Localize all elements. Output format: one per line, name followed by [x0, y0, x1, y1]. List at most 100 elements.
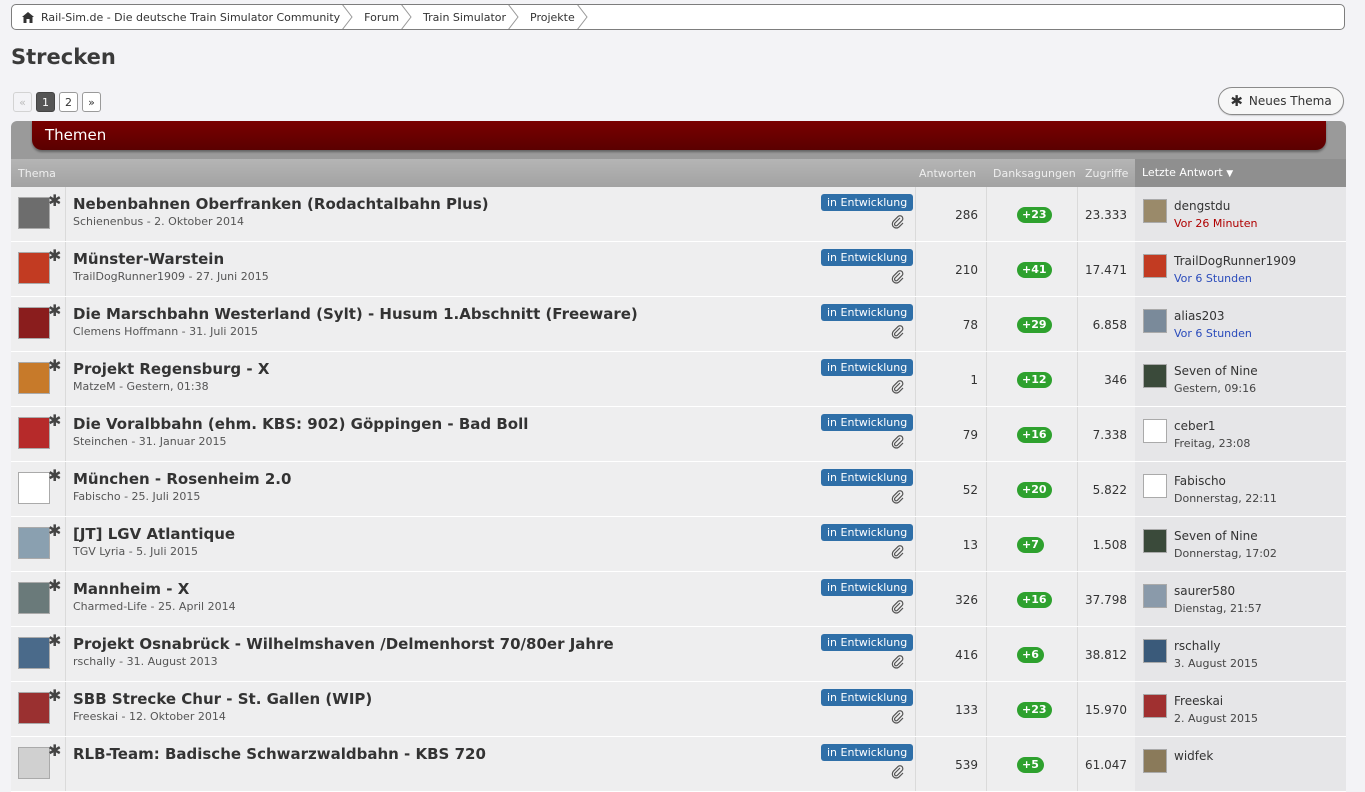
- last-reply-avatar[interactable]: [1143, 529, 1167, 553]
- topic-title[interactable]: Münster-Warstein: [73, 250, 224, 268]
- section-header: Themen: [11, 121, 1346, 159]
- column-letzte-antwort[interactable]: Letzte Antwort ▼: [1135, 159, 1346, 187]
- column-danksagungen[interactable]: Danksagungen: [993, 167, 1076, 180]
- last-reply-user[interactable]: rschally: [1174, 639, 1221, 653]
- last-reply-avatar[interactable]: [1143, 419, 1167, 443]
- avatar[interactable]: [18, 582, 50, 614]
- last-reply-user[interactable]: dengstdu: [1174, 199, 1230, 213]
- table-row[interactable]: ✱ SBB Strecke Chur - St. Gallen (WIP) Fr…: [11, 682, 1346, 737]
- column-thema[interactable]: Thema: [18, 167, 56, 180]
- asterisk-icon: ✱: [48, 301, 62, 320]
- avatar[interactable]: [18, 747, 50, 779]
- avatar[interactable]: [18, 692, 50, 724]
- asterisk-icon: ✱: [48, 246, 62, 265]
- last-reply-avatar[interactable]: [1143, 584, 1167, 608]
- last-reply-avatar[interactable]: [1143, 364, 1167, 388]
- last-reply-user[interactable]: Fabischo: [1174, 474, 1226, 488]
- avatar[interactable]: [18, 527, 50, 559]
- last-reply-user[interactable]: Seven of Nine: [1174, 529, 1258, 543]
- paperclip-icon: [891, 435, 904, 449]
- topic-title[interactable]: RLB-Team: Badische Schwarzwaldbahn - KBS…: [73, 745, 486, 763]
- thanks-badge: +16: [1017, 592, 1052, 608]
- topic-meta: Schienenbus - 2. Oktober 2014: [73, 215, 245, 228]
- view-count: 6.858: [1092, 318, 1127, 332]
- asterisk-icon: ✱: [48, 576, 62, 595]
- last-reply-avatar[interactable]: [1143, 749, 1167, 773]
- thanks-badge: +16: [1017, 427, 1052, 443]
- avatar[interactable]: [18, 472, 50, 504]
- table-row[interactable]: ✱ [JT] LGV Atlantique TGV Lyria - 5. Jul…: [11, 517, 1346, 572]
- table-row[interactable]: ✱ Projekt Regensburg - X MatzeM - Gester…: [11, 352, 1346, 407]
- breadcrumb-item-projekte[interactable]: Projekte: [520, 5, 589, 29]
- view-count: 346: [1104, 373, 1127, 387]
- topic-title[interactable]: SBB Strecke Chur - St. Gallen (WIP): [73, 690, 372, 708]
- breadcrumb-item-home[interactable]: Rail-Sim.de - Die deutsche Train Simulat…: [12, 5, 354, 29]
- topic-title[interactable]: Projekt Osnabrück - Wilhelmshaven /Delme…: [73, 635, 614, 653]
- pagination-next-button[interactable]: »: [82, 92, 101, 112]
- page-title: Strecken: [11, 45, 116, 69]
- last-reply-time[interactable]: Vor 6 Stunden: [1174, 272, 1252, 285]
- breadcrumb-item-train-simulator[interactable]: Train Simulator: [413, 5, 520, 29]
- topic-title[interactable]: Die Marschbahn Westerland (Sylt) - Husum…: [73, 305, 638, 323]
- last-reply-avatar[interactable]: [1143, 254, 1167, 278]
- home-icon: [22, 11, 34, 23]
- table-row[interactable]: ✱ Projekt Osnabrück - Wilhelmshaven /Del…: [11, 627, 1346, 682]
- last-reply-user[interactable]: alias203: [1174, 309, 1225, 323]
- column-antworten[interactable]: Antworten: [919, 167, 976, 180]
- topic-title[interactable]: München - Rosenheim 2.0: [73, 470, 291, 488]
- table-row[interactable]: ✱ München - Rosenheim 2.0 Fabischo - 25.…: [11, 462, 1346, 517]
- asterisk-icon: ✱: [48, 356, 62, 375]
- avatar[interactable]: [18, 362, 50, 394]
- new-topic-button[interactable]: ✱ Neues Thema: [1218, 87, 1344, 115]
- table-row[interactable]: ✱ Die Voralbbahn (ehm. KBS: 902) Göpping…: [11, 407, 1346, 462]
- avatar[interactable]: [18, 252, 50, 284]
- pagination-page-1[interactable]: 1: [36, 92, 55, 112]
- last-reply-user[interactable]: Freeskai: [1174, 694, 1223, 708]
- topic-title[interactable]: Nebenbahnen Oberfranken (Rodachtalbahn P…: [73, 195, 489, 213]
- last-reply-time[interactable]: Donnerstag, 22:11: [1174, 492, 1277, 505]
- avatar[interactable]: [18, 307, 50, 339]
- divider: [915, 682, 916, 736]
- topic-title[interactable]: [JT] LGV Atlantique: [73, 525, 235, 543]
- last-reply-avatar[interactable]: [1143, 309, 1167, 333]
- last-reply-avatar[interactable]: [1143, 199, 1167, 223]
- breadcrumb-item-forum[interactable]: Forum: [354, 5, 413, 29]
- last-reply-time[interactable]: Vor 26 Minuten: [1174, 217, 1257, 230]
- last-reply-time[interactable]: Donnerstag, 17:02: [1174, 547, 1277, 560]
- breadcrumb: Rail-Sim.de - Die deutsche Train Simulat…: [11, 4, 1345, 30]
- last-reply-user[interactable]: TrailDogRunner1909: [1174, 254, 1296, 268]
- thanks-badge: +23: [1017, 702, 1052, 718]
- last-reply-user[interactable]: Seven of Nine: [1174, 364, 1258, 378]
- divider: [1077, 187, 1078, 241]
- avatar[interactable]: [18, 417, 50, 449]
- thanks-badge: +20: [1017, 482, 1052, 498]
- asterisk-icon: ✱: [48, 631, 62, 650]
- last-reply-avatar[interactable]: [1143, 694, 1167, 718]
- topic-title[interactable]: Die Voralbbahn (ehm. KBS: 902) Göppingen…: [73, 415, 528, 433]
- topic-title[interactable]: Mannheim - X: [73, 580, 189, 598]
- topic-title[interactable]: Projekt Regensburg - X: [73, 360, 269, 378]
- last-reply-time[interactable]: Gestern, 09:16: [1174, 382, 1256, 395]
- last-reply-user[interactable]: ceber1: [1174, 419, 1216, 433]
- divider: [65, 187, 66, 241]
- table-row[interactable]: ✱ Die Marschbahn Westerland (Sylt) - Hus…: [11, 297, 1346, 352]
- avatar[interactable]: [18, 637, 50, 669]
- status-badge: in Entwicklung: [821, 304, 914, 321]
- divider: [1077, 627, 1078, 681]
- table-row[interactable]: ✱ Nebenbahnen Oberfranken (Rodachtalbahn…: [11, 187, 1346, 242]
- last-reply-user[interactable]: saurer580: [1174, 584, 1235, 598]
- last-reply-time[interactable]: 2. August 2015: [1174, 712, 1258, 725]
- last-reply-user[interactable]: widfek: [1174, 749, 1213, 763]
- last-reply-avatar[interactable]: [1143, 639, 1167, 663]
- avatar[interactable]: [18, 197, 50, 229]
- last-reply-time[interactable]: Freitag, 23:08: [1174, 437, 1250, 450]
- last-reply-avatar[interactable]: [1143, 474, 1167, 498]
- last-reply-time[interactable]: Dienstag, 21:57: [1174, 602, 1262, 615]
- last-reply-time[interactable]: 3. August 2015: [1174, 657, 1258, 670]
- last-reply-time[interactable]: Vor 6 Stunden: [1174, 327, 1252, 340]
- table-row[interactable]: ✱ Münster-Warstein TrailDogRunner1909 - …: [11, 242, 1346, 297]
- table-row[interactable]: ✱ Mannheim - X Charmed-Life - 25. April …: [11, 572, 1346, 627]
- pagination-page-2[interactable]: 2: [59, 92, 78, 112]
- column-zugriffe[interactable]: Zugriffe: [1085, 167, 1128, 180]
- divider: [65, 627, 66, 681]
